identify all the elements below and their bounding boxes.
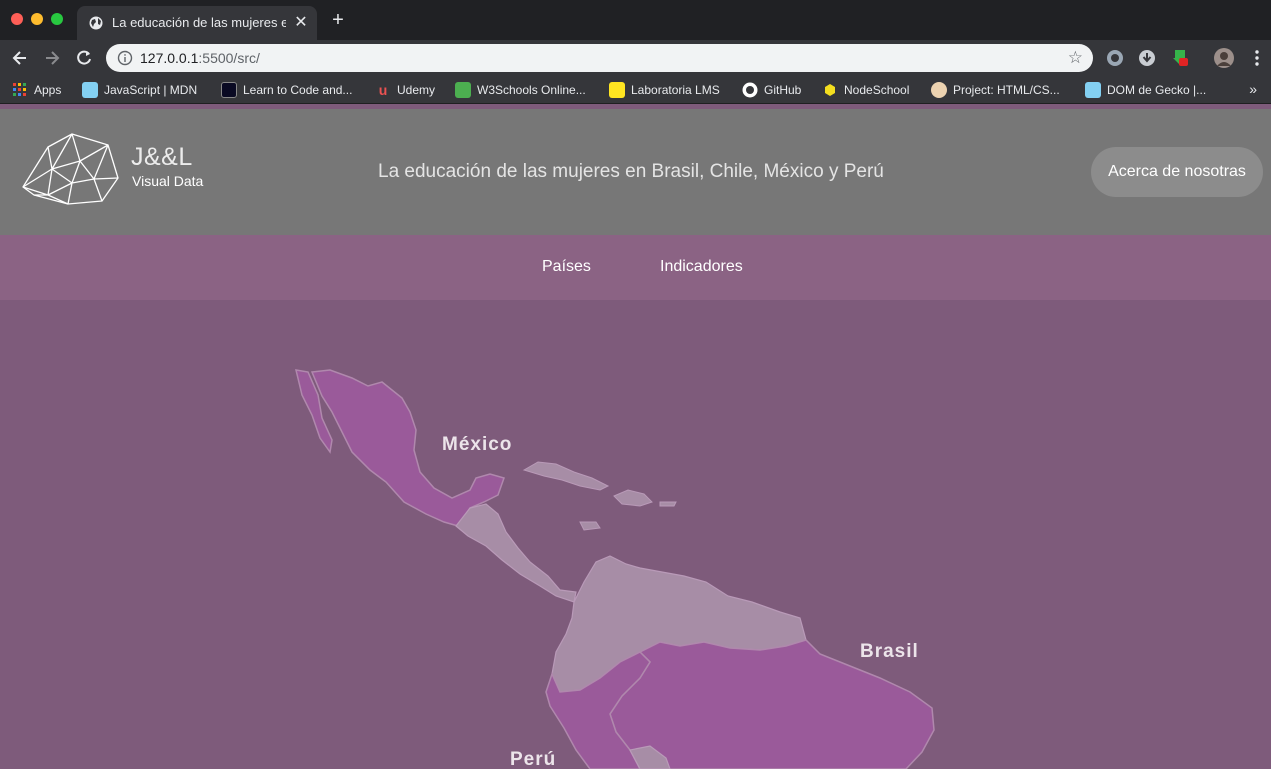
bookmark-w3schools[interactable]: W3Schools Online... — [455, 82, 586, 98]
bookmark-apps[interactable]: Apps — [12, 82, 61, 98]
bookmark-udemy[interactable]: u Udemy — [375, 82, 435, 98]
close-tab-icon[interactable]: ✕ — [293, 12, 309, 32]
minimize-window-button[interactable] — [31, 13, 43, 25]
bookmark-label: Udemy — [397, 83, 436, 97]
github-icon — [742, 82, 758, 98]
bookmark-label: Project: HTML/CS... — [953, 83, 1060, 97]
w3schools-icon — [455, 82, 471, 98]
maximize-window-button[interactable] — [51, 13, 63, 25]
map-caribbean-4[interactable] — [579, 521, 601, 531]
freecodecamp-icon — [221, 82, 237, 98]
map-caribbean-2[interactable] — [613, 489, 653, 507]
close-window-button[interactable] — [11, 13, 23, 25]
map-central-america[interactable] — [455, 503, 577, 603]
map-label-brasil[interactable]: Brasil — [860, 641, 919, 663]
map-caribbean-3[interactable] — [659, 501, 677, 507]
more-bookmarks-icon[interactable]: » — [1249, 81, 1257, 97]
back-icon[interactable] — [10, 48, 30, 68]
map-label-mexico[interactable]: México — [442, 434, 512, 456]
menu-kebab-icon[interactable] — [1250, 49, 1264, 67]
brand-name: J&&L — [131, 143, 193, 171]
brand-subtitle: Visual Data — [132, 173, 204, 189]
profile-avatar-icon[interactable] — [1214, 48, 1234, 68]
bookmark-mdn[interactable]: JavaScript | MDN — [82, 82, 197, 98]
mdn-icon — [82, 82, 98, 98]
page-title: La educación de las mujeres en Brasil, C… — [378, 161, 884, 182]
tab-title: La educación de las mujeres en — [112, 15, 286, 30]
nav-link-paises[interactable]: Países — [542, 258, 591, 276]
bookmark-label: Laboratoria LMS — [631, 83, 720, 97]
polygon-logo-icon — [22, 133, 119, 205]
bookmark-laboratoria[interactable]: Laboratoria LMS — [609, 82, 720, 98]
bookmark-dom-gecko[interactable]: DOM de Gecko |... — [1085, 82, 1206, 98]
project-icon — [931, 82, 947, 98]
green-extension-icon[interactable] — [1171, 49, 1189, 67]
udemy-icon: u — [378, 82, 388, 98]
bookmark-star-icon[interactable]: ☆ — [1068, 48, 1083, 68]
about-us-button[interactable]: Acerca de nosotras — [1091, 147, 1263, 197]
download-extension-icon[interactable] — [1138, 49, 1156, 67]
info-icon[interactable] — [117, 50, 133, 66]
address-bar[interactable]: 127.0.0.1:5500/src/ ☆ — [106, 44, 1093, 72]
browser-toolbar: 127.0.0.1:5500/src/ ☆ — [0, 40, 1271, 76]
site-header: J&&L Visual Data La educación de las muj… — [0, 109, 1271, 235]
globe-icon — [89, 16, 103, 30]
map-caribbean[interactable] — [522, 461, 610, 491]
bookmark-label: GitHub — [764, 83, 802, 97]
apps-grid-icon — [13, 83, 26, 96]
browser-tab[interactable]: La educación de las mujeres en ✕ — [77, 6, 317, 40]
new-tab-button[interactable]: + — [329, 10, 347, 30]
nav-link-indicadores[interactable]: Indicadores — [660, 258, 743, 276]
bookmarks-bar: Apps JavaScript | MDN Learn to Code and.… — [0, 76, 1271, 104]
main-nav: Países Indicadores — [0, 235, 1271, 300]
bookmark-label: Apps — [34, 83, 62, 97]
bookmark-freecodecamp[interactable]: Learn to Code and... — [221, 82, 352, 98]
bookmark-project[interactable]: Project: HTML/CS... — [931, 82, 1060, 98]
bookmark-github[interactable]: GitHub — [742, 82, 801, 98]
nodeschool-icon — [825, 84, 835, 96]
mdn-icon — [1085, 82, 1101, 98]
latin-america-map — [295, 369, 935, 769]
bookmark-label: W3Schools Online... — [477, 83, 586, 97]
laboratoria-icon — [609, 82, 625, 98]
bookmark-nodeschool[interactable]: NodeSchool — [822, 82, 909, 98]
map-area: México Brasil Perú — [0, 300, 1271, 769]
reload-icon[interactable] — [74, 48, 94, 68]
browser-titlebar: La educación de las mujeres en ✕ + — [0, 0, 1271, 40]
bookmark-label: NodeSchool — [844, 83, 910, 97]
bookmark-label: JavaScript | MDN — [104, 83, 198, 97]
url-text: 127.0.0.1:5500/src/ — [140, 50, 260, 66]
extension-circle-icon[interactable] — [1106, 49, 1124, 67]
map-label-peru[interactable]: Perú — [510, 749, 556, 769]
bookmark-label: DOM de Gecko |... — [1107, 83, 1207, 97]
bookmark-label: Learn to Code and... — [243, 83, 353, 97]
forward-icon[interactable] — [42, 48, 62, 68]
